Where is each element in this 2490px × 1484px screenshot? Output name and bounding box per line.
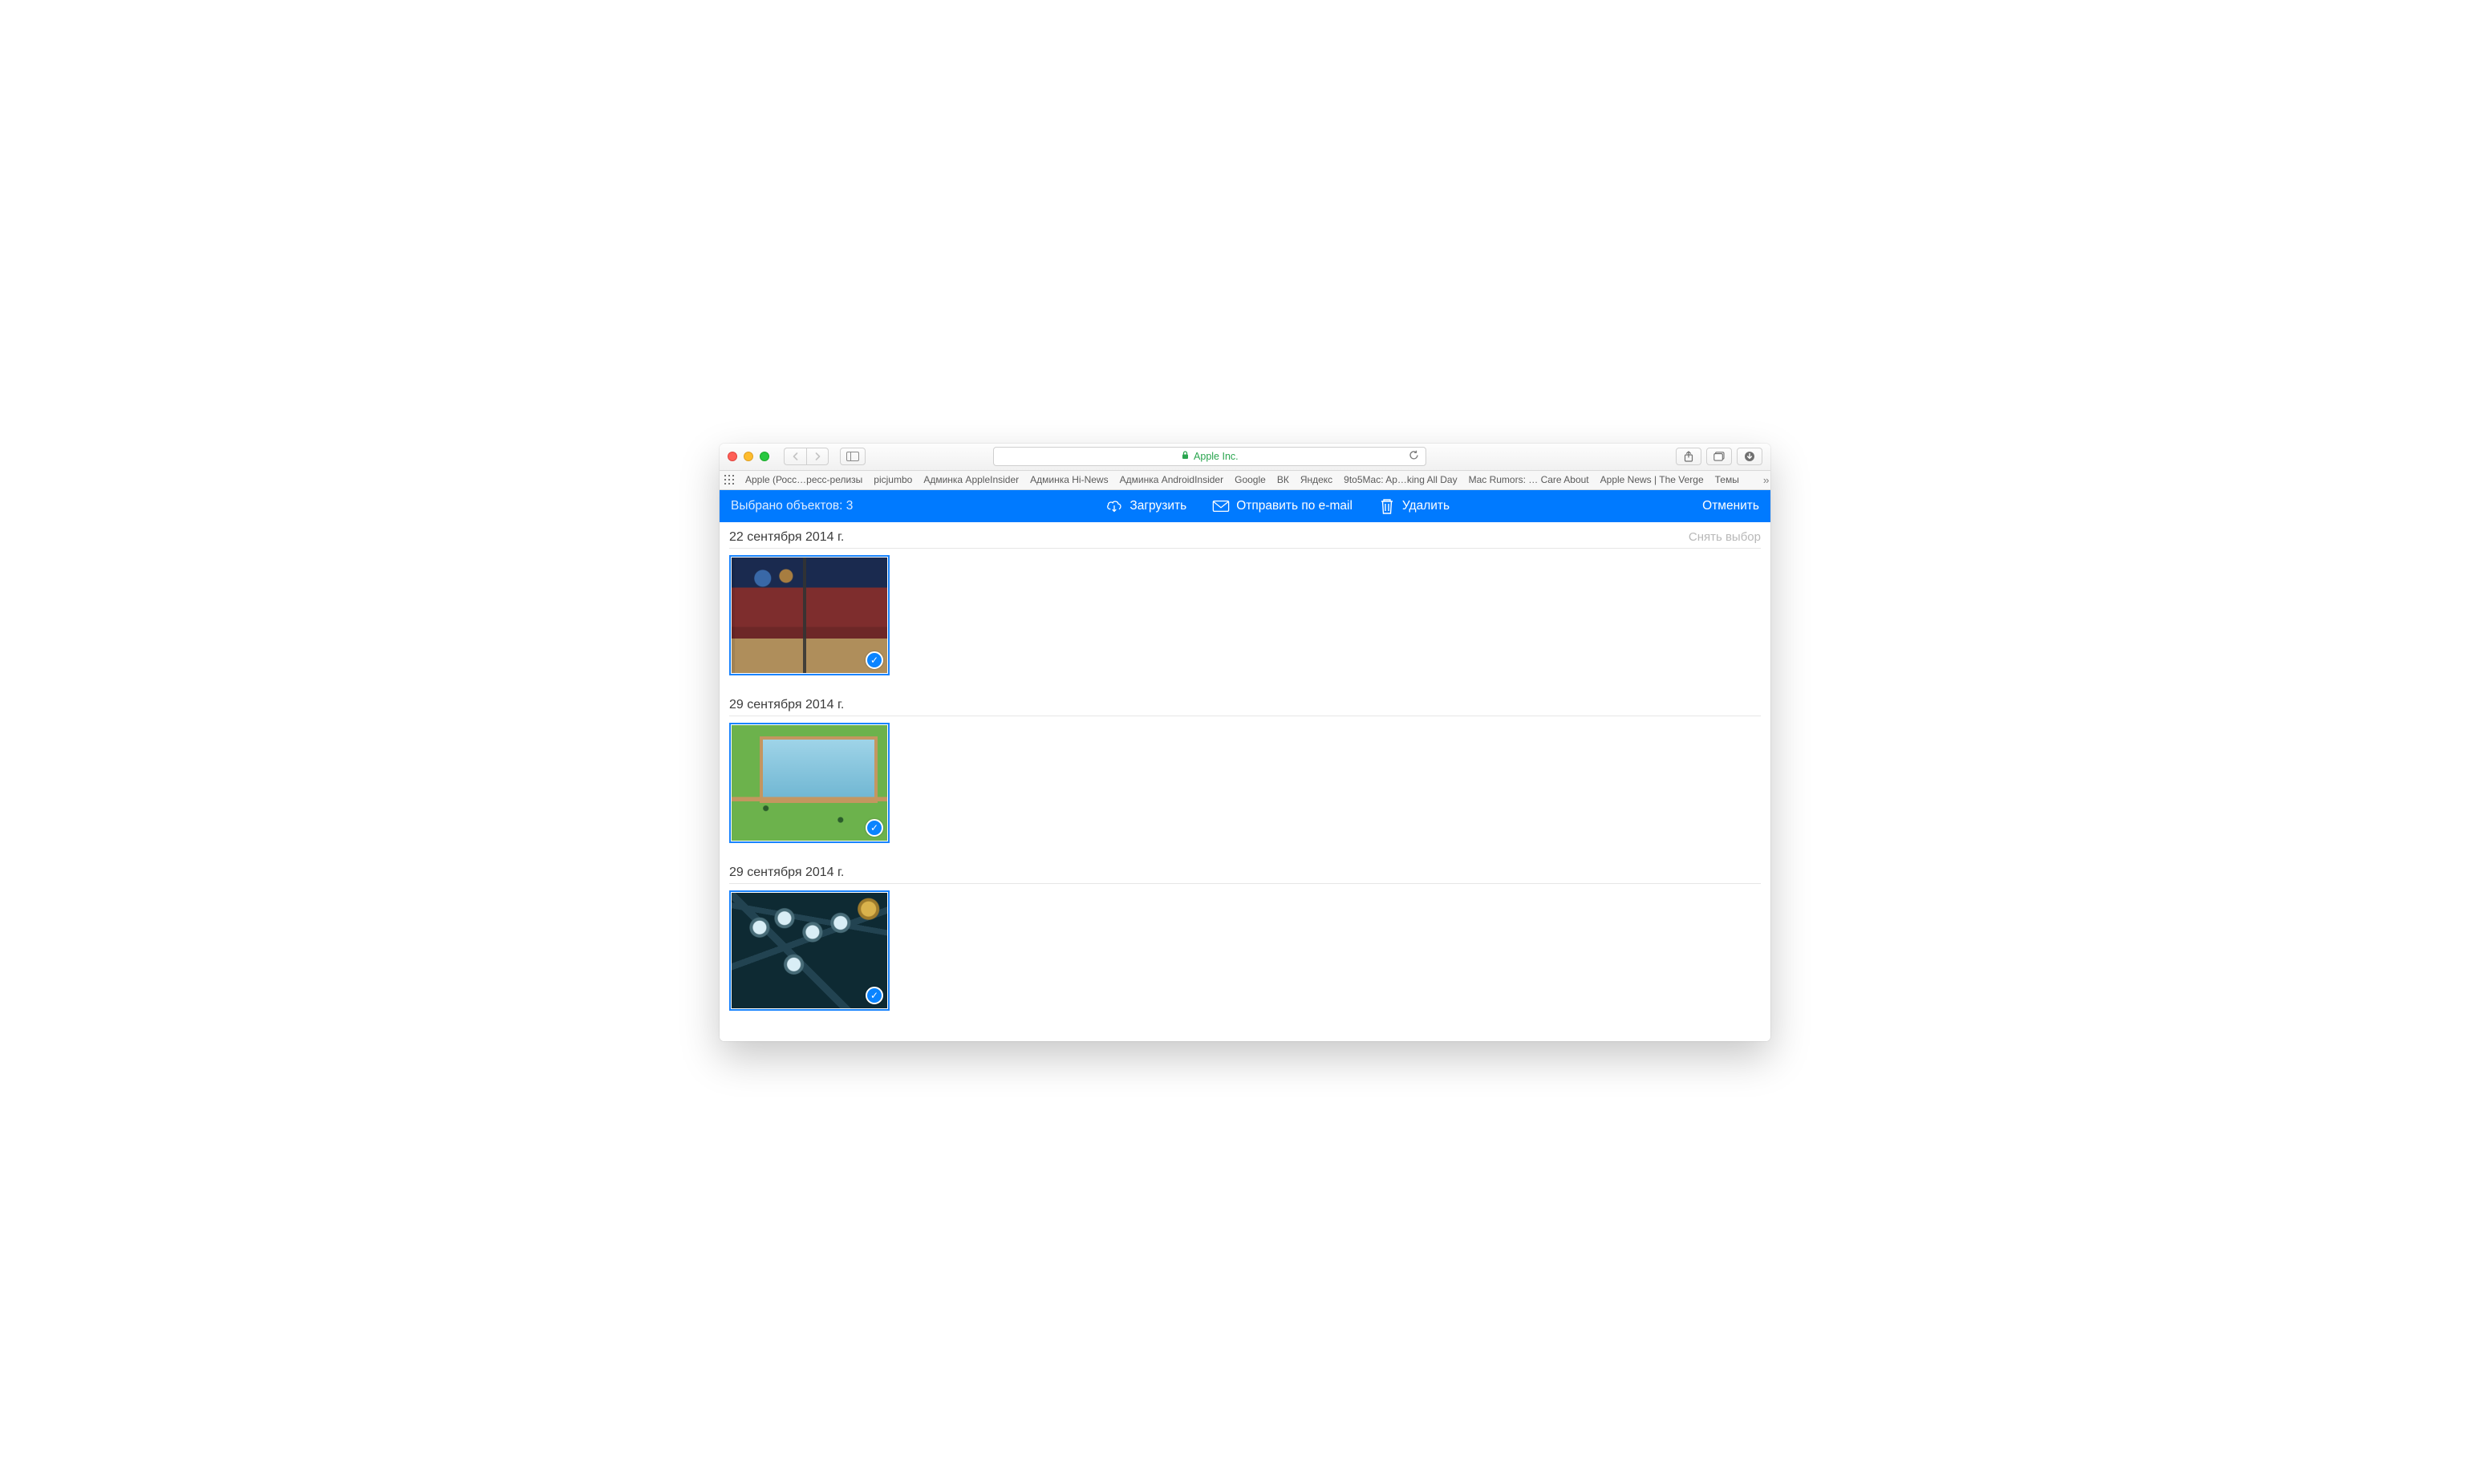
minimize-window-button[interactable] bbox=[744, 452, 753, 461]
download-label: Загрузить bbox=[1129, 499, 1186, 513]
photo-group: 22 сентября 2014 г. Снять выбор ✓ bbox=[720, 522, 1770, 690]
deselect-link[interactable]: Снять выбор bbox=[1689, 530, 1761, 544]
photo-groups: 22 сентября 2014 г. Снять выбор ✓ 29 сен… bbox=[720, 522, 1770, 1041]
photo-image bbox=[732, 893, 887, 1008]
selected-checkmark-icon: ✓ bbox=[866, 819, 883, 837]
selected-checkmark-icon: ✓ bbox=[866, 651, 883, 669]
group-date: 29 сентября 2014 г. bbox=[729, 866, 844, 880]
window-controls bbox=[728, 452, 769, 461]
favorite-link[interactable]: Админка AppleInsider bbox=[923, 474, 1019, 485]
forward-button[interactable] bbox=[806, 448, 829, 465]
favorite-link[interactable]: ВК bbox=[1277, 474, 1289, 485]
mail-icon bbox=[1212, 497, 1230, 515]
favorite-link[interactable]: Apple News | The Verge bbox=[1600, 474, 1704, 485]
email-button[interactable]: Отправить по e-mail bbox=[1212, 497, 1352, 515]
favorite-link[interactable]: picjumbo bbox=[874, 474, 912, 485]
favorite-link[interactable]: Админка Hi-News bbox=[1030, 474, 1108, 485]
back-forward-group bbox=[784, 448, 829, 465]
sidebar-toggle-button[interactable] bbox=[840, 448, 866, 465]
favorite-link[interactable]: Google bbox=[1235, 474, 1266, 485]
titlebar: Apple Inc. bbox=[720, 444, 1770, 471]
reload-icon[interactable] bbox=[1409, 450, 1419, 463]
lock-icon bbox=[1182, 451, 1189, 462]
zoom-window-button[interactable] bbox=[760, 452, 769, 461]
photo-group: 29 сентября 2014 г. ✓ bbox=[720, 858, 1770, 1025]
close-window-button[interactable] bbox=[728, 452, 737, 461]
group-date: 22 сентября 2014 г. bbox=[729, 530, 844, 545]
favorite-link[interactable]: Админка AndroidInsider bbox=[1120, 474, 1224, 485]
delete-label: Удалить bbox=[1402, 499, 1450, 513]
favorite-link[interactable]: Mac Rumors: … Care About bbox=[1469, 474, 1589, 485]
favorite-link[interactable]: Темы bbox=[1715, 474, 1739, 485]
cancel-button[interactable]: Отменить bbox=[1702, 499, 1759, 513]
photo-thumbnail[interactable]: ✓ bbox=[729, 555, 890, 675]
url-host: Apple Inc. bbox=[1194, 451, 1239, 462]
favorites-overflow-button[interactable]: ›› bbox=[1762, 474, 1770, 486]
email-label: Отправить по e-mail bbox=[1236, 499, 1352, 513]
photo-group: 29 сентября 2014 г. ✓ bbox=[720, 690, 1770, 858]
photo-thumbnail[interactable]: ✓ bbox=[729, 890, 890, 1011]
favorite-link[interactable]: 9to5Mac: Ap…king All Day bbox=[1344, 474, 1457, 485]
group-date: 29 сентября 2014 г. bbox=[729, 698, 844, 712]
tabs-overview-button[interactable] bbox=[1706, 448, 1732, 465]
trash-icon bbox=[1378, 497, 1396, 515]
favorite-link[interactable]: Apple (Росс…ресс-релизы bbox=[745, 474, 862, 485]
delete-button[interactable]: Удалить bbox=[1378, 497, 1450, 515]
safari-window: Apple Inc. Apple (Росс…ресс bbox=[720, 444, 1770, 1041]
selected-checkmark-icon: ✓ bbox=[866, 987, 883, 1004]
back-button[interactable] bbox=[784, 448, 806, 465]
selection-count: Выбрано объектов: 3 bbox=[731, 499, 853, 513]
photo-image bbox=[732, 725, 887, 841]
photo-thumbnail[interactable]: ✓ bbox=[729, 723, 890, 843]
toolbar-right bbox=[1676, 448, 1762, 465]
cloud-download-icon bbox=[1105, 497, 1123, 515]
downloads-button[interactable] bbox=[1737, 448, 1762, 465]
selection-action-bar: Выбрано объектов: 3 Загрузить Отправить … bbox=[720, 490, 1770, 522]
photo-image bbox=[732, 558, 887, 673]
address-bar[interactable]: Apple Inc. bbox=[993, 447, 1426, 466]
share-button[interactable] bbox=[1676, 448, 1701, 465]
download-button[interactable]: Загрузить bbox=[1105, 497, 1186, 515]
favorite-link[interactable]: Яндекс bbox=[1300, 474, 1332, 485]
favorites-bar: Apple (Росс…ресс-релизы picjumbo Админка… bbox=[720, 471, 1770, 490]
favorites-grid-icon[interactable] bbox=[724, 474, 734, 485]
